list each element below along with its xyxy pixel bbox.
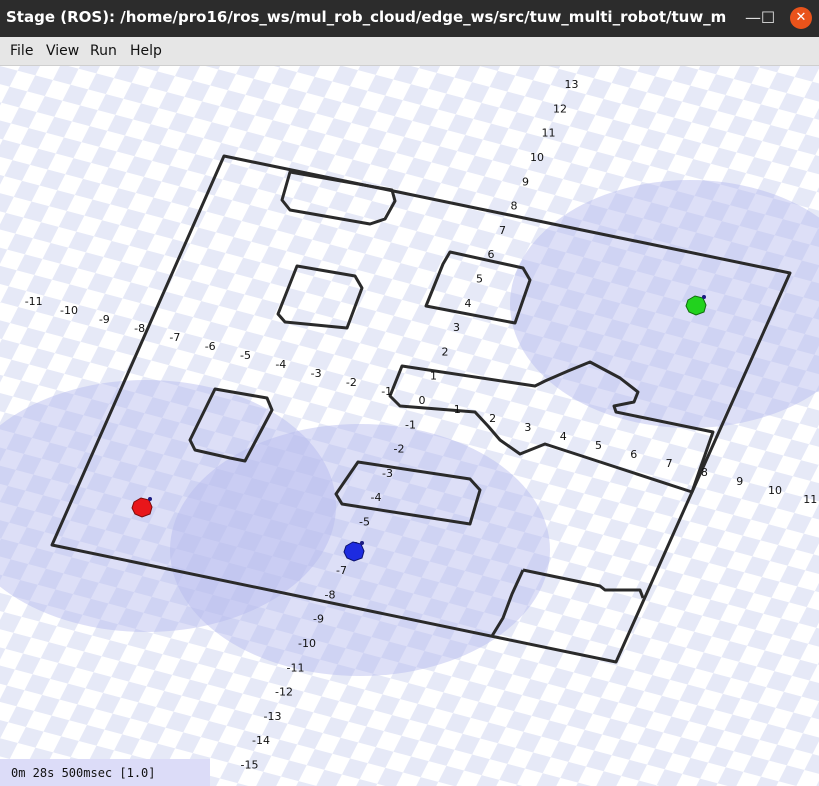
y-tick-label: -10 [298, 637, 316, 650]
blue-robot-sensor [360, 541, 364, 545]
maximize-button[interactable]: ☐ [756, 6, 780, 30]
y-tick-label: -15 [241, 759, 259, 772]
y-tick-label: -14 [252, 734, 270, 747]
menu-help[interactable]: Help [130, 43, 162, 59]
x-tick-label: 2 [489, 412, 496, 425]
y-tick-label: -4 [371, 491, 382, 504]
x-tick-label: 10 [768, 484, 782, 497]
sim-time-readout: 0m 28s 500msec [1.0] [11, 766, 156, 780]
x-tick-label: -11 [25, 295, 43, 308]
y-tick-label: 5 [476, 273, 483, 286]
x-tick-label: -10 [60, 304, 78, 317]
y-tick-label: -12 [275, 686, 293, 699]
y-tick-label: -7 [336, 564, 347, 577]
y-tick-label: 6 [488, 248, 495, 261]
y-tick-label: -9 [313, 613, 324, 626]
red-robot-sensor [148, 497, 152, 501]
world-view[interactable]: -11-10-9-8-7-6-5-4-3-2-101234567891011 1… [0, 66, 819, 786]
x-tick-label: -8 [134, 322, 145, 335]
y-tick-label: -13 [264, 710, 282, 723]
status-bar: 0m 28s 500msec [1.0] [0, 759, 210, 786]
menu-bar: File View Run Help [0, 37, 819, 66]
close-button[interactable]: ✕ [790, 7, 812, 29]
y-tick-label: 4 [465, 297, 472, 310]
menu-file[interactable]: File [10, 43, 33, 59]
green-robot-sensor [702, 295, 706, 299]
x-tick-label: -1 [381, 385, 392, 398]
x-tick-label: 1 [454, 403, 461, 416]
y-tick-label: 2 [442, 345, 449, 358]
y-tick-label: 9 [522, 175, 529, 188]
y-tick-label: 13 [565, 78, 579, 91]
y-tick-label: 1 [430, 370, 437, 383]
y-tick-label: -11 [287, 661, 305, 674]
x-tick-label: 5 [595, 439, 602, 452]
simulation-canvas[interactable]: -11 -10 -9 -8 -7 -6 -5 -4 -3 -2 -1 0 1 2 3 4 5 6 7 8 9 10 11 1… [0, 66, 819, 786]
x-tick-label: -6 [205, 340, 216, 353]
y-tick-label: 12 [553, 102, 567, 115]
title-bar: Stage (ROS): /home/pro16/ros_ws/mul_rob_… [0, 0, 819, 37]
y-tick-label: -8 [325, 588, 336, 601]
y-tick-label: -3 [382, 467, 393, 480]
y-tick-label: -1 [405, 418, 416, 431]
x-tick-label: -9 [99, 313, 110, 326]
x-tick-label: -4 [275, 358, 286, 371]
y-tick-label: 7 [499, 224, 506, 237]
x-tick-label: -2 [346, 376, 357, 389]
x-tick-label: 4 [560, 430, 567, 443]
x-tick-label: -3 [311, 367, 322, 380]
y-tick-label: 3 [453, 321, 460, 334]
x-tick-label: 11 [803, 493, 817, 506]
menu-run[interactable]: Run [90, 43, 117, 59]
x-tick-label: -7 [169, 331, 180, 344]
y-tick-label: 10 [530, 151, 544, 164]
y-tick-label: 8 [511, 200, 518, 213]
x-tick-label: 9 [736, 475, 743, 488]
x-tick-label: 6 [630, 448, 637, 461]
y-tick-label: -5 [359, 516, 370, 529]
y-tick-label: -2 [394, 443, 405, 456]
x-tick-label: 8 [701, 466, 708, 479]
x-tick-label: -5 [240, 349, 251, 362]
x-tick-label: 3 [524, 421, 531, 434]
y-tick-label: 11 [542, 127, 556, 140]
menu-view[interactable]: View [46, 43, 79, 59]
x-tick-label: 0 [419, 394, 426, 407]
window-title: Stage (ROS): /home/pro16/ros_ws/mul_rob_… [6, 8, 726, 26]
x-tick-label: 7 [666, 457, 673, 470]
